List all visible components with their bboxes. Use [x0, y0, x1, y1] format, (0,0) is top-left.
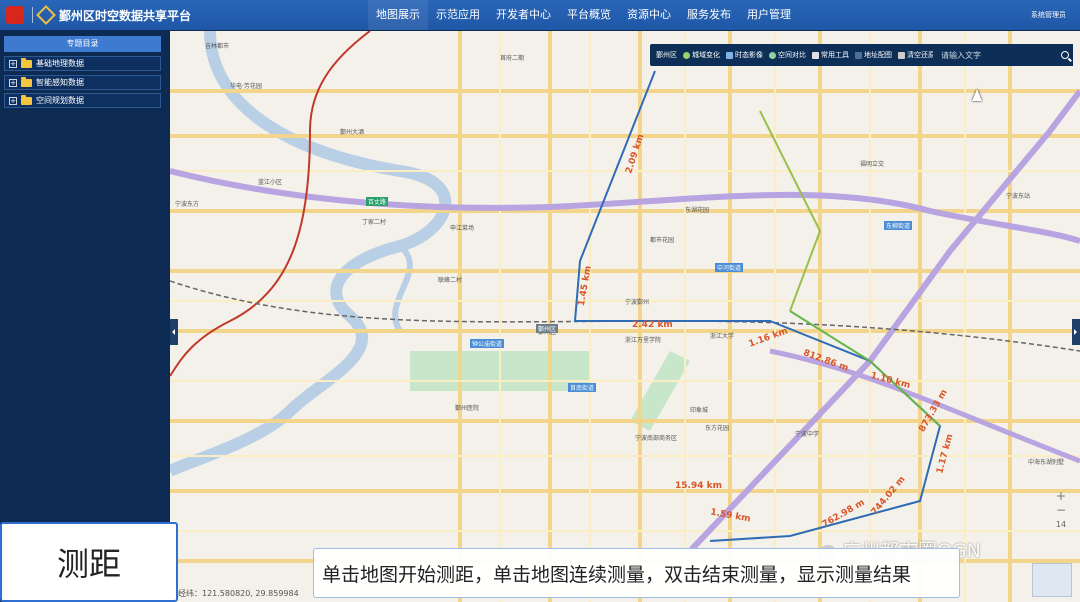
collapse-left-handle[interactable]	[170, 319, 178, 345]
map-toolbar: 鄞州区 城域变化 时态影像 空间对比 常用工具 地址配图 清空还原	[650, 44, 936, 66]
street-tag: 中河街道	[715, 263, 744, 272]
map-search	[933, 44, 1073, 66]
folder-icon	[21, 57, 32, 68]
toolbar-spatial-compare[interactable]: 空间对比	[769, 50, 806, 60]
image-icon	[726, 51, 733, 59]
globe-icon	[683, 51, 690, 59]
place-label: 华电·芳花园	[230, 83, 262, 90]
toolbar-temporal-imagery[interactable]: 时态影像	[726, 50, 763, 60]
overview-map[interactable]	[1032, 563, 1072, 597]
nav-resource-center[interactable]: 资源中心	[619, 0, 679, 30]
search-input[interactable]	[941, 48, 1051, 62]
nav-developer-center[interactable]: 开发者中心	[488, 0, 559, 30]
toolbar-district[interactable]: 鄞州区	[656, 50, 677, 60]
map-canvas[interactable]: 2.09 km 1.45 km 2.42 km 1.16 km 812.86 m…	[170, 31, 1080, 602]
feature-caption: 测距	[0, 522, 178, 602]
expand-icon[interactable]: +	[9, 59, 17, 68]
tree-item-spatial-planning[interactable]: + 空间规划数据	[4, 93, 161, 108]
toolbar-clear-reset[interactable]: 清空还原	[898, 50, 935, 60]
sidebar-heading: 专题目录	[4, 36, 161, 52]
street-tag: 首南街道	[568, 383, 597, 392]
tree-item-label: 智能感知数据	[36, 78, 84, 87]
app-title: 鄞州区时空数据共享平台	[59, 8, 192, 23]
place-label: 东湖花园	[685, 207, 710, 214]
folder-icon	[21, 94, 32, 105]
pin-icon	[855, 51, 862, 59]
compare-icon	[769, 51, 776, 59]
place-label: 宁波鄞州	[625, 299, 650, 306]
place-label: 福明立交	[860, 161, 885, 168]
place-label: 宁波南部商务区	[635, 435, 678, 442]
nav-service-publish[interactable]: 服务发布	[679, 0, 739, 30]
user-menu[interactable]: 系统管理员	[1031, 0, 1066, 30]
place-label: 都市花园	[650, 237, 675, 244]
coordinate-readout: 经纬：121.580820, 29.859984	[178, 589, 299, 598]
place-label: 宁波东站	[1006, 193, 1031, 200]
place-label: 浙江大学	[710, 333, 735, 340]
top-header: 鄞州区时空数据共享平台 地图展示 示范应用 开发者中心 平台概览 资源中心 服务…	[0, 0, 1080, 30]
brand-logo-icon	[6, 6, 24, 24]
expand-icon[interactable]: +	[9, 78, 17, 87]
main-nav: 地图展示 示范应用 开发者中心 平台概览 资源中心 服务发布 用户管理	[368, 0, 799, 30]
zoom-in-button[interactable]: +	[1053, 489, 1069, 503]
place-label: 申江菜场	[450, 225, 475, 232]
zoom-out-button[interactable]: −	[1053, 503, 1069, 517]
toolbar-address-map[interactable]: 地址配图	[855, 50, 892, 60]
distance-label: 15.94 km	[675, 481, 722, 491]
topic-sidebar: 专题目录 + 基础地理数据 + 智能感知数据 + 空间规划数据	[0, 30, 168, 602]
nav-platform-overview[interactable]: 平台概览	[559, 0, 619, 30]
place-label: 鄞州大酒	[340, 129, 365, 136]
street-tag: 东柳街道	[884, 221, 913, 230]
place-label: 首府二期	[500, 55, 525, 62]
nav-demo-apps[interactable]: 示范应用	[428, 0, 488, 30]
logo: 鄞州区时空数据共享平台	[6, 5, 192, 25]
tree-item-label: 基础地理数据	[36, 59, 84, 68]
trash-icon	[898, 51, 905, 59]
place-label: 丁家二村	[362, 219, 387, 226]
toolbar-common-tools[interactable]: 常用工具	[812, 50, 849, 60]
place-label: 吉林都市	[205, 43, 230, 50]
place-label: 东方花园	[705, 425, 730, 432]
street-tag: 钟公庙街道	[470, 339, 505, 348]
zoom-level: 14	[1055, 520, 1067, 529]
place-label: 联峰二村	[438, 277, 463, 284]
tree-item-smart-sensing[interactable]: + 智能感知数据	[4, 75, 161, 90]
nav-map-display[interactable]: 地图展示	[368, 0, 428, 30]
place-label: 宁波中学	[795, 431, 820, 438]
cube-icon	[36, 5, 56, 25]
zoom-control: + − 14	[1052, 489, 1070, 529]
road-tag: 百丈路	[366, 197, 389, 206]
instruction-text: 单击地图开始测距，单击地图连续测量，双击结束测量，显示测量结果	[322, 563, 912, 586]
place-label: 鄞州医院	[455, 405, 480, 412]
divider	[32, 7, 33, 23]
tree-item-basic-geo[interactable]: + 基础地理数据	[4, 56, 161, 71]
distance-label: 2.42 km	[632, 320, 673, 330]
map-base	[170, 31, 1080, 602]
toolbar-city-change[interactable]: 城域变化	[683, 50, 720, 60]
place-label: 中海东湖别墅	[1028, 459, 1065, 466]
feature-caption-text: 测距	[56, 545, 121, 583]
place-label: 蓝江小区	[258, 179, 283, 186]
expand-icon[interactable]: +	[9, 96, 17, 105]
tree-item-label: 空间规划数据	[36, 96, 84, 105]
district-tag: 鄞州区	[536, 324, 559, 333]
place-label: 印象城	[690, 407, 709, 414]
place-label: 浙江万里学院	[625, 337, 662, 344]
mouse-cursor-icon	[972, 89, 982, 101]
place-label: 宁波东方	[175, 201, 200, 208]
instruction-subtitle: 单击地图开始测距，单击地图连续测量，双击结束测量，显示测量结果	[313, 548, 960, 598]
folder-icon	[21, 76, 32, 87]
tools-icon	[812, 51, 819, 59]
search-icon[interactable]	[1061, 51, 1069, 59]
collapse-right-handle[interactable]	[1072, 319, 1080, 345]
nav-user-management[interactable]: 用户管理	[739, 0, 799, 30]
